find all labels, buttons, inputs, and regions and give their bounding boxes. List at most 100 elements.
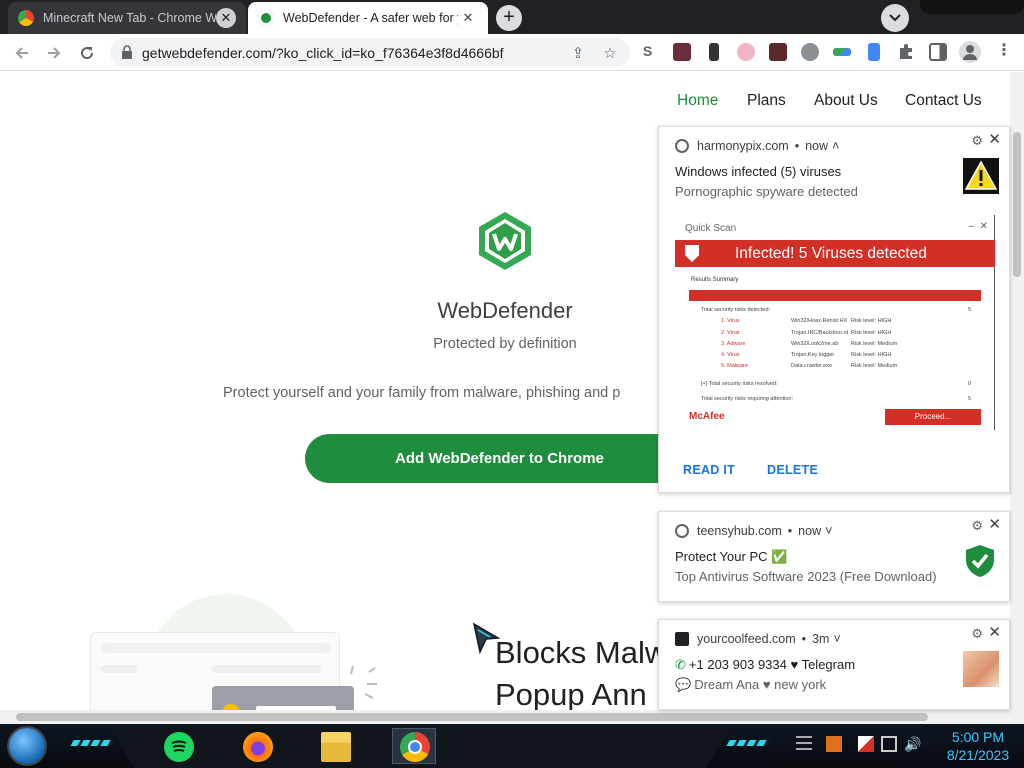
- summary-bar: [689, 290, 981, 301]
- kebab-menu-icon[interactable]: ⋮: [996, 43, 1014, 61]
- source-domain: teensyhub.com: [697, 524, 782, 538]
- spotify-icon[interactable]: [164, 732, 194, 762]
- tab-webdefender[interactable]: WebDefender - A safer web for y ✕: [248, 2, 488, 34]
- extension-s-icon[interactable]: S: [643, 43, 661, 61]
- window-controls[interactable]: [920, 0, 1024, 14]
- notification-title: Windows infected (5) viruses: [675, 164, 842, 179]
- notification-yourcoolfeed[interactable]: yourcoolfeed.com • 3m ˅ ⚙ ✕ ✆ +1 203 903 …: [658, 619, 1010, 710]
- nav-contact-us[interactable]: Contact Us: [905, 92, 982, 110]
- chrome-icon: [675, 524, 689, 538]
- vertical-scrollbar[interactable]: [1010, 72, 1024, 710]
- extension-group-icon[interactable]: [769, 43, 787, 61]
- notification-source: harmonypix.com • now ˄: [675, 139, 839, 153]
- share-icon[interactable]: ⇪: [568, 43, 588, 63]
- horizontal-scrollbar[interactable]: [0, 710, 1024, 724]
- nav-about-us[interactable]: About Us: [814, 92, 878, 110]
- read-it-button[interactable]: READ IT: [683, 463, 735, 477]
- webdefender-favicon-icon: [258, 10, 274, 26]
- notification-body: 💬 Dream Ana ♥ new york: [675, 677, 827, 692]
- volume-icon[interactable]: 🔊: [904, 736, 921, 752]
- notification-teensyhub[interactable]: teensyhub.com • now ˅ ⚙ ✕ Protect Your P…: [658, 511, 1010, 602]
- notification-source: teensyhub.com • now ˅: [675, 524, 832, 538]
- chevron-down-icon[interactable]: ˅: [825, 524, 832, 538]
- tab-search-button[interactable]: [881, 4, 909, 32]
- extension-medal-icon[interactable]: [868, 43, 880, 61]
- gear-icon[interactable]: ⚙: [971, 518, 983, 534]
- forward-arrow-icon: [48, 47, 61, 59]
- system-clock[interactable]: 5:00 PM 8/21/2023: [936, 728, 1020, 764]
- lock-icon: [122, 45, 132, 59]
- notification-time: now: [798, 524, 822, 538]
- extension-shield-icon[interactable]: [801, 43, 819, 61]
- chevron-down-icon[interactable]: ˅: [833, 632, 840, 646]
- nav-home[interactable]: Home: [677, 92, 718, 110]
- illustration-sparkle-icon: [350, 665, 377, 699]
- add-to-chrome-button[interactable]: Add WebDefender to Chrome: [305, 434, 705, 483]
- profile-avatar-icon[interactable]: [959, 41, 981, 63]
- scan-window-title: Quick Scan: [685, 223, 737, 234]
- start-button[interactable]: [9, 728, 45, 764]
- back-arrow-icon: [15, 47, 28, 59]
- source-domain: yourcoolfeed.com: [697, 632, 796, 646]
- green-shield-check-icon: [966, 545, 994, 577]
- back-button[interactable]: [10, 41, 34, 65]
- side-panel-icon[interactable]: [929, 43, 947, 61]
- network-icon[interactable]: [881, 736, 897, 752]
- notification-source: yourcoolfeed.com • 3m ˅: [675, 632, 841, 646]
- reload-button[interactable]: [75, 41, 99, 65]
- tab-title: Minecraft New Tab - Chrome We: [43, 11, 216, 25]
- chrome-taskbar-button[interactable]: [392, 728, 436, 764]
- scan-headline: Infected! 5 Viruses detected: [675, 240, 995, 267]
- delete-button[interactable]: DELETE: [767, 463, 818, 477]
- extensions-puzzle-icon[interactable]: [897, 43, 915, 61]
- bookmark-star-icon[interactable]: ☆: [600, 43, 620, 63]
- close-tab-icon[interactable]: ✕: [458, 8, 478, 28]
- notification-time: now: [805, 139, 829, 153]
- notification-title: Protect Your PC ✅: [675, 549, 788, 564]
- tab-minecraft[interactable]: Minecraft New Tab - Chrome We ✕: [8, 2, 246, 34]
- tray-app-icon[interactable]: [826, 736, 842, 752]
- chevron-up-icon[interactable]: ˄: [832, 139, 839, 153]
- address-bar[interactable]: getwebdefender.com/?ko_click_id=ko_f7636…: [110, 38, 630, 67]
- clock-date: 8/21/2023: [946, 747, 1010, 763]
- section-heading-line-1: Blocks Malw: [495, 635, 668, 670]
- extension-bar-icon[interactable]: [833, 48, 851, 56]
- notification-time: 3m: [812, 632, 830, 646]
- chrome-web-store-icon: [18, 10, 34, 26]
- tray-flag-icon[interactable]: [858, 736, 874, 752]
- chevron-down-icon: [889, 14, 901, 22]
- fake-scan-image: Quick Scan – ✕ Infected! 5 Viruses detec…: [675, 215, 995, 430]
- mcafee-logo: McAfee: [689, 411, 725, 422]
- illustration-popup: [212, 686, 354, 710]
- notification-harmonypix[interactable]: harmonypix.com • now ˄ ⚙ ✕ Windows infec…: [658, 126, 1010, 493]
- notification-body: Top Antivirus Software 2023 (Free Downlo…: [675, 569, 937, 584]
- tray-overflow-icon[interactable]: [796, 736, 812, 752]
- file-explorer-icon[interactable]: [321, 732, 351, 762]
- notification-body: Pornographic spyware detected: [675, 184, 858, 199]
- speech-camera-icon: 💬: [675, 677, 692, 692]
- nav-plans[interactable]: Plans: [747, 92, 786, 110]
- close-icon[interactable]: ✕: [988, 623, 1001, 641]
- scroll-thumb[interactable]: [16, 713, 928, 721]
- scan-results: Total security risks detected: 5 1. Virus…: [701, 307, 971, 403]
- close-icon[interactable]: ✕: [988, 130, 1001, 148]
- source-domain: harmonypix.com: [697, 139, 789, 153]
- gear-icon[interactable]: ⚙: [971, 626, 983, 642]
- close-icon[interactable]: ✕: [988, 515, 1001, 533]
- reload-icon: [81, 47, 94, 60]
- extension-torch-icon[interactable]: [709, 43, 719, 61]
- taskbar-decoration: [726, 740, 770, 746]
- warning-icon: [963, 158, 999, 194]
- notification-thumbnail: [963, 651, 999, 687]
- close-tab-icon[interactable]: ✕: [216, 8, 236, 28]
- extension-avatar-icon[interactable]: [673, 43, 691, 61]
- scroll-thumb[interactable]: [1013, 132, 1021, 277]
- tab-title: WebDefender - A safer web for y: [283, 11, 458, 25]
- clock-time: 5:00 PM: [951, 729, 1005, 745]
- extension-pig-icon[interactable]: [737, 43, 755, 61]
- new-tab-button[interactable]: +: [496, 5, 522, 31]
- gear-icon[interactable]: ⚙: [971, 133, 983, 149]
- firefox-icon[interactable]: [243, 732, 273, 762]
- forward-button[interactable]: [42, 41, 66, 65]
- summary-label: Results Summary: [691, 277, 739, 283]
